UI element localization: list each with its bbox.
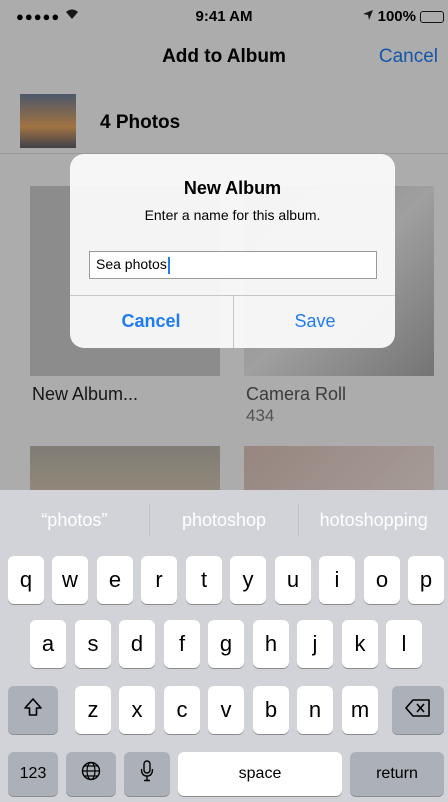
- alert-message: Enter a name for this album.: [144, 207, 321, 223]
- globe-key[interactable]: [66, 752, 116, 796]
- text-caret: [167, 256, 170, 274]
- space-key[interactable]: space: [178, 752, 342, 796]
- key-o[interactable]: o: [364, 556, 400, 604]
- key-k[interactable]: k: [342, 620, 378, 668]
- predictive-bar: “photos” photoshop hotoshopping: [0, 498, 448, 542]
- album-name-value: Sea photos: [96, 256, 167, 272]
- key-e[interactable]: e: [97, 556, 133, 604]
- key-q[interactable]: q: [8, 556, 44, 604]
- key-m[interactable]: m: [342, 686, 378, 734]
- return-key[interactable]: return: [350, 752, 444, 796]
- key-c[interactable]: c: [164, 686, 200, 734]
- shift-key[interactable]: [8, 686, 58, 734]
- key-t[interactable]: t: [186, 556, 222, 604]
- key-p[interactable]: p: [408, 556, 444, 604]
- new-album-alert: New Album Enter a name for this album. S…: [70, 154, 395, 348]
- delete-icon: [405, 697, 431, 723]
- numbers-key[interactable]: 123: [8, 752, 58, 796]
- album-name-input[interactable]: Sea photos: [89, 251, 377, 279]
- prediction-3[interactable]: hotoshopping: [299, 498, 448, 542]
- key-h[interactable]: h: [253, 620, 289, 668]
- key-u[interactable]: u: [275, 556, 311, 604]
- key-i[interactable]: i: [319, 556, 355, 604]
- key-w[interactable]: w: [52, 556, 88, 604]
- keyboard: “photos” photoshop hotoshopping q w e r …: [0, 490, 448, 802]
- key-j[interactable]: j: [297, 620, 333, 668]
- key-l[interactable]: l: [386, 620, 422, 668]
- alert-title: New Album: [183, 178, 282, 198]
- globe-icon: [81, 761, 101, 787]
- key-s[interactable]: s: [75, 620, 111, 668]
- key-r[interactable]: r: [141, 556, 177, 604]
- prediction-2[interactable]: photoshop: [150, 498, 299, 542]
- prediction-1[interactable]: “photos”: [0, 498, 149, 542]
- key-a[interactable]: a: [30, 620, 66, 668]
- key-n[interactable]: n: [297, 686, 333, 734]
- key-x[interactable]: x: [119, 686, 155, 734]
- shift-icon: [23, 697, 43, 723]
- alert-save-button[interactable]: Save: [234, 295, 395, 348]
- key-f[interactable]: f: [164, 620, 200, 668]
- microphone-icon: [140, 760, 154, 788]
- key-g[interactable]: g: [208, 620, 244, 668]
- dictation-key[interactable]: [124, 752, 170, 796]
- key-y[interactable]: y: [230, 556, 266, 604]
- key-v[interactable]: v: [208, 686, 244, 734]
- delete-key[interactable]: [392, 686, 444, 734]
- key-z[interactable]: z: [75, 686, 111, 734]
- key-d[interactable]: d: [119, 620, 155, 668]
- alert-cancel-button[interactable]: Cancel: [70, 295, 232, 348]
- key-b[interactable]: b: [253, 686, 289, 734]
